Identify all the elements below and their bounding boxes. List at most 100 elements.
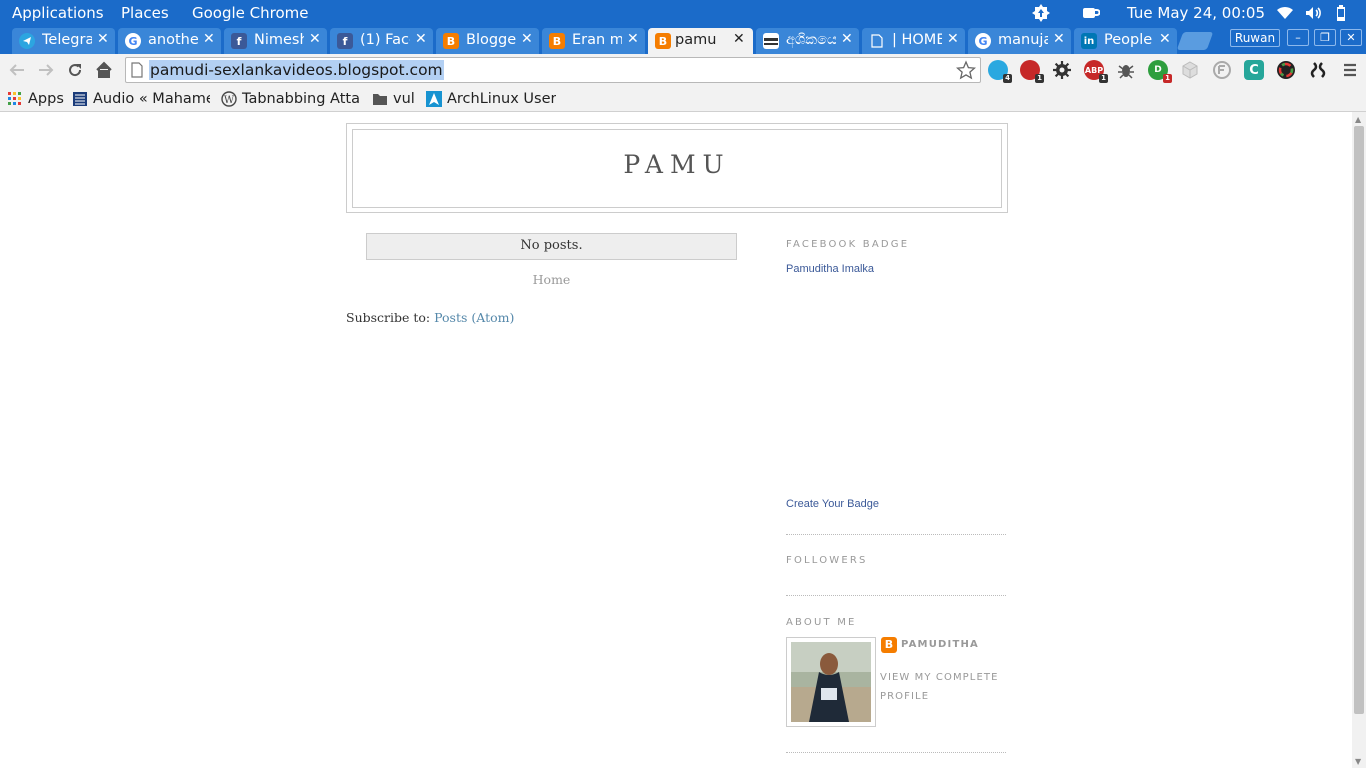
close-tab-icon[interactable]: ✕ xyxy=(733,31,745,47)
create-badge-link[interactable]: Create Your Badge xyxy=(786,498,879,510)
battery-icon[interactable] xyxy=(1331,3,1351,23)
green-d-icon[interactable]: D1 xyxy=(1148,60,1172,83)
profile-button[interactable]: Ruwan xyxy=(1230,29,1280,47)
posts-atom-link[interactable]: Posts (Atom) xyxy=(434,310,514,325)
no-posts-message: No posts. xyxy=(366,233,737,260)
close-tab-icon[interactable]: ✕ xyxy=(947,31,959,47)
profile-name-link[interactable]: PAMUDITHA xyxy=(901,639,979,650)
tab-home[interactable]: | HOME ✕ xyxy=(862,28,965,54)
tab-title: අශිකයෝ xyxy=(786,32,836,48)
cube-icon[interactable] xyxy=(1180,60,1200,80)
places-menu[interactable]: Places xyxy=(121,4,169,22)
back-arrow-icon[interactable] xyxy=(5,58,29,82)
tab-facebook[interactable]: f (1) Face ✕ xyxy=(330,28,433,54)
tab-telegram[interactable]: Telegra ✕ xyxy=(12,28,115,54)
tab-another[interactable]: G another ✕ xyxy=(118,28,221,54)
chrome-menu-icon[interactable] xyxy=(1340,60,1360,80)
tab-pamu[interactable]: B pamu ✕ xyxy=(648,28,753,54)
svg-text:W: W xyxy=(224,95,235,106)
ublock-icon[interactable]: 1 xyxy=(1020,60,1044,83)
facebook-profile-link[interactable]: Pamuditha Imalka xyxy=(786,263,874,275)
bookmark-label: Audio « Mahamev xyxy=(93,91,210,107)
facebook-icon: f xyxy=(337,33,353,49)
close-tab-icon[interactable]: ✕ xyxy=(627,31,639,47)
tab-strip: Telegra ✕ G another ✕ f Nimesh ✕ f (1) F… xyxy=(0,26,1366,54)
tab-title: Eran mc xyxy=(572,32,622,48)
scrollbar-thumb[interactable] xyxy=(1354,126,1364,714)
chain-icon[interactable] xyxy=(1308,60,1328,80)
close-tab-icon[interactable]: ✕ xyxy=(203,31,215,47)
coffee-cup-tray-icon[interactable] xyxy=(1080,3,1100,23)
profile-photo[interactable] xyxy=(786,637,876,727)
tab-title: manuja xyxy=(998,32,1048,48)
applications-menu[interactable]: Applications xyxy=(12,4,104,22)
close-tab-icon[interactable]: ✕ xyxy=(1053,31,1065,47)
clock[interactable]: Tue May 24, 00:05 xyxy=(1127,4,1265,22)
tab-blogger[interactable]: B Blogger ✕ xyxy=(436,28,539,54)
tab-people[interactable]: in People ✕ xyxy=(1074,28,1177,54)
close-tab-icon[interactable]: ✕ xyxy=(1159,31,1171,47)
blog-title[interactable]: PAMU xyxy=(353,150,1001,179)
tab-nimesh[interactable]: f Nimesh ✕ xyxy=(224,28,327,54)
address-bar[interactable]: pamudi-sexlankavideos.blogspot.com xyxy=(125,57,981,83)
tab-eran[interactable]: B Eran mc ✕ xyxy=(542,28,645,54)
close-tab-icon[interactable]: ✕ xyxy=(521,31,533,47)
google-icon: G xyxy=(975,33,991,49)
bookmark-folder-vul[interactable]: vul xyxy=(372,89,422,109)
ghostery-icon[interactable]: 4 xyxy=(988,60,1012,83)
close-tab-icon[interactable]: ✕ xyxy=(97,31,109,47)
bookmark-tabnabbing[interactable]: W Tabnabbing Attack xyxy=(221,89,359,109)
google-chrome-menu[interactable]: Google Chrome xyxy=(192,4,309,22)
tab-title: | HOME xyxy=(892,32,942,48)
adblock-plus-icon[interactable]: ABP 1 xyxy=(1084,60,1108,83)
bookmark-audio-mahamevnawa[interactable]: Audio « Mahamev xyxy=(72,89,210,109)
close-window-button[interactable]: ✕ xyxy=(1340,29,1362,46)
reload-icon[interactable] xyxy=(63,58,87,82)
page-icon xyxy=(131,62,143,78)
home-icon[interactable] xyxy=(92,58,116,82)
facebook-badge-heading: FACEBOOK BADGE xyxy=(786,239,910,250)
google-icon: G xyxy=(125,33,141,49)
bookmark-star-icon[interactable] xyxy=(956,60,976,80)
tab-manuja[interactable]: G manuja ✕ xyxy=(968,28,1071,54)
minimize-window-button[interactable]: – xyxy=(1287,29,1309,46)
close-tab-icon[interactable]: ✕ xyxy=(309,31,321,47)
close-tab-icon[interactable]: ✕ xyxy=(841,31,853,47)
telegram-icon xyxy=(19,33,35,49)
blogger-icon: B xyxy=(443,33,459,49)
bookmark-label: ArchLinux User xyxy=(447,91,556,107)
apps-grid-icon xyxy=(7,91,23,107)
bookmark-apps[interactable]: Apps xyxy=(7,89,67,109)
close-tab-icon[interactable]: ✕ xyxy=(415,31,427,47)
scroll-up-arrow-icon[interactable]: ▲ xyxy=(1355,115,1361,124)
bug-icon[interactable] xyxy=(1116,60,1136,80)
tab-title: Nimesh xyxy=(254,32,304,48)
folder-icon xyxy=(372,91,388,107)
view-profile-link[interactable]: VIEW MY COMPLETE PROFILE xyxy=(880,668,1005,706)
facebook-icon: f xyxy=(231,33,247,49)
blog-header: PAMU xyxy=(346,123,1008,213)
color-wheel-icon[interactable] xyxy=(1276,60,1296,80)
bookmark-archlinux-user[interactable]: ArchLinux User xyxy=(426,89,556,109)
c-extension-icon[interactable]: C xyxy=(1244,60,1264,80)
bookmark-label: vul xyxy=(393,91,415,107)
address-bar-url[interactable]: pamudi-sexlankavideos.blogspot.com xyxy=(149,60,444,80)
flag-icon xyxy=(763,33,779,49)
volume-icon[interactable] xyxy=(1303,3,1323,23)
divider xyxy=(786,534,1006,535)
forward-arrow-icon[interactable] xyxy=(34,58,58,82)
tab-sinhala[interactable]: අශිකයෝ ✕ xyxy=(756,28,859,54)
subscribe-line: Subscribe to: Posts (Atom) xyxy=(346,310,514,325)
tab-title: (1) Face xyxy=(360,32,410,48)
page-scrollbar[interactable]: ▲ ▼ xyxy=(1352,112,1366,768)
blogger-icon: B xyxy=(549,33,565,49)
wifi-icon[interactable] xyxy=(1275,3,1295,23)
home-link[interactable]: Home xyxy=(366,272,737,287)
new-tab-button[interactable] xyxy=(1176,32,1214,50)
updates-tray-icon[interactable] xyxy=(1031,3,1051,23)
blogger-icon: B xyxy=(881,637,897,653)
scroll-down-arrow-icon[interactable]: ▼ xyxy=(1355,757,1361,766)
gray-shield-icon[interactable] xyxy=(1212,60,1232,80)
restore-window-button[interactable]: ❐ xyxy=(1314,29,1336,46)
gear-extension-icon[interactable] xyxy=(1052,60,1072,80)
